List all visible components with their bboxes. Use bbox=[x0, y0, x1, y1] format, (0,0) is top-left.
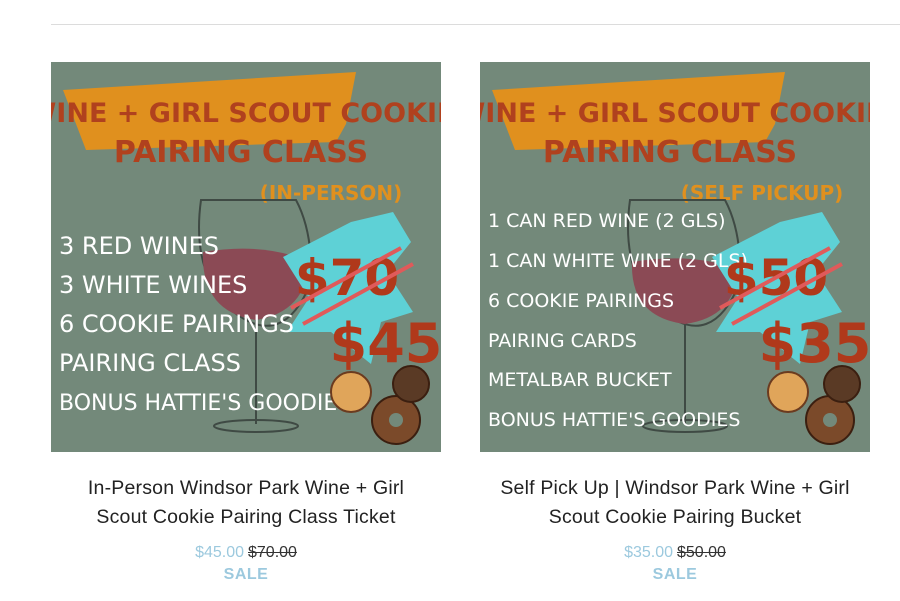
banner-line-1: WINE + GIRL SCOUT COOKIE bbox=[51, 98, 441, 129]
new-price-art: $35 bbox=[759, 312, 870, 375]
product-title-line-1[interactable]: Self Pick Up | Windsor Park Wine + Girl bbox=[480, 474, 870, 503]
list-item-5: METALBAR BUCKET bbox=[488, 369, 672, 391]
list-item-6: BONUS HATTIE'S GOODIES bbox=[488, 409, 740, 431]
list-item-1: 1 CAN RED WINE (2 GLS) bbox=[488, 210, 726, 232]
price-row: $45.00 $70.00 bbox=[51, 543, 441, 563]
list-item-2: 1 CAN WHITE WINE (2 GLS) bbox=[488, 250, 748, 272]
product-title-line-2[interactable]: Scout Cookie Pairing Bucket bbox=[480, 503, 870, 532]
new-price-art: $45 bbox=[330, 312, 441, 375]
list-item-3: 6 COOKIE PAIRINGS bbox=[488, 290, 674, 312]
list-item-2: 3 WHITE WINES bbox=[59, 271, 247, 299]
product-title-line-1[interactable]: In-Person Windsor Park Wine + Girl bbox=[51, 474, 441, 503]
banner-subtitle: (IN-PERSON) bbox=[260, 181, 403, 205]
banner-subtitle: (SELF PICKUP) bbox=[681, 181, 844, 205]
product-card[interactable]: WINE + GIRL SCOUT COOKIE PAIRING CLASS (… bbox=[51, 62, 441, 584]
banner-line-2: PAIRING CLASS bbox=[543, 135, 797, 170]
cookies-icon bbox=[767, 365, 861, 445]
list-item-5: BONUS HATTIE'S GOODIES bbox=[59, 391, 351, 416]
list-item-4: PAIRING CLASS bbox=[59, 349, 241, 377]
sale-badge: SALE bbox=[652, 566, 698, 583]
product-title[interactable]: In-Person Windsor Park Wine + Girl Scout… bbox=[51, 474, 441, 532]
product-image[interactable]: WINE + GIRL SCOUT COOKIE PAIRING CLASS (… bbox=[480, 62, 870, 452]
product-title[interactable]: Self Pick Up | Windsor Park Wine + Girl … bbox=[480, 474, 870, 532]
original-price: $50.00 bbox=[677, 544, 726, 561]
banner-line-1: WINE + GIRL SCOUT COOKIE bbox=[480, 98, 870, 129]
original-price: $70.00 bbox=[248, 544, 297, 561]
banner-line-2: PAIRING CLASS bbox=[114, 135, 368, 170]
product-title-line-2[interactable]: Scout Cookie Pairing Class Ticket bbox=[51, 503, 441, 532]
top-divider bbox=[51, 24, 900, 25]
sale-badge: SALE bbox=[223, 566, 269, 583]
product-card[interactable]: WINE + GIRL SCOUT COOKIE PAIRING CLASS (… bbox=[480, 62, 870, 584]
wine-glass-icon bbox=[627, 199, 742, 433]
list-item-1: 3 RED WINES bbox=[59, 232, 219, 260]
list-item-4: PAIRING CARDS bbox=[488, 330, 637, 352]
sale-price: $35.00 bbox=[624, 544, 673, 561]
list-item-3: 6 COOKIE PAIRINGS bbox=[59, 310, 294, 338]
price-row: $35.00 $50.00 bbox=[480, 543, 870, 563]
product-image[interactable]: WINE + GIRL SCOUT COOKIE PAIRING CLASS (… bbox=[51, 62, 441, 452]
sale-price: $45.00 bbox=[195, 544, 244, 561]
cookies-icon bbox=[330, 365, 430, 445]
